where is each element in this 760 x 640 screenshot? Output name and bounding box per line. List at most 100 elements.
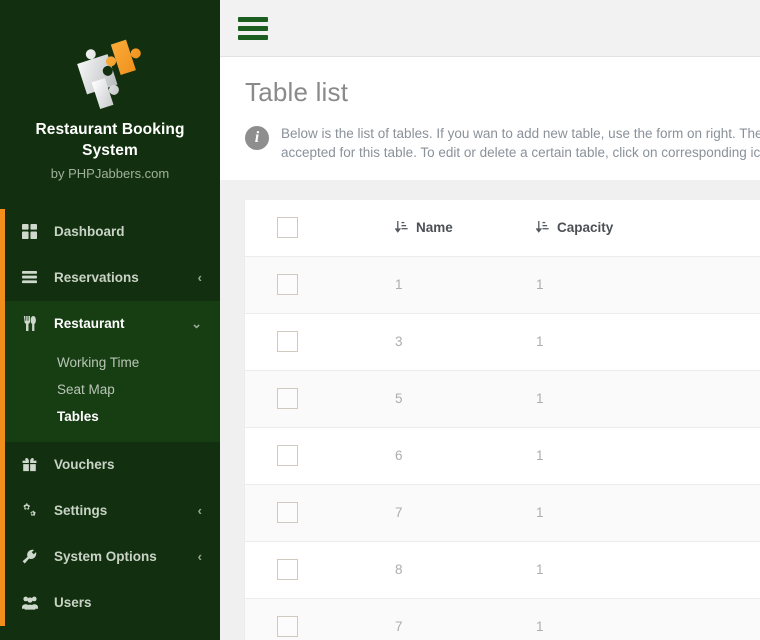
row-checkbox[interactable] [277, 502, 298, 523]
row-checkbox[interactable] [277, 559, 298, 580]
info-alert: i Below is the list of tables. If you wa… [245, 124, 760, 162]
table-header-row: Name Capacity [245, 200, 760, 257]
row-select-cell [245, 427, 337, 485]
page-header: Table list i Below is the list of tables… [220, 57, 760, 180]
cell-extra [630, 256, 760, 314]
sidebar-item-reservations-row[interactable]: Reservations ‹ [0, 255, 220, 301]
column-header-capacity-label: Capacity [557, 220, 614, 236]
table-card: Name Capacity 1 1 3 1 5 1 6 1 7 1 8 1 7 … [245, 200, 760, 640]
table-row[interactable]: 51 [245, 370, 760, 428]
cell-name: 5 [337, 370, 512, 428]
chevron-left-icon: ‹ [197, 549, 202, 565]
users-icon [22, 595, 44, 610]
cell-capacity: 1 [512, 313, 630, 371]
cell-capacity: 1 [512, 541, 630, 599]
row-checkbox[interactable] [277, 388, 298, 409]
info-alert-line-1: Below is the list of tables. If you wan … [281, 126, 760, 141]
table-row[interactable]: 71 [245, 598, 760, 640]
app-root: Restaurant Booking System by PHPJabbers.… [0, 0, 760, 640]
row-select-cell [245, 313, 337, 371]
hamburger-bar [238, 16, 268, 22]
sidebar-item-label: Dashboard [54, 224, 125, 240]
select-all-checkbox[interactable] [277, 217, 298, 239]
page-title: Table list [245, 77, 349, 107]
column-header-extra [630, 200, 760, 257]
sidebar-item-users[interactable]: Users [0, 580, 220, 626]
hamburger-icon[interactable] [238, 16, 268, 40]
sort-amount-down-icon [536, 221, 549, 234]
row-checkbox[interactable] [277, 274, 298, 295]
chevron-down-icon: ⌄ [191, 316, 202, 332]
column-header-capacity[interactable]: Capacity [512, 200, 630, 257]
list-icon [22, 270, 44, 285]
column-header-name[interactable]: Name [337, 200, 512, 257]
sidebar-item-dashboard[interactable]: Dashboard [0, 209, 220, 255]
sidebar-subitem-working-time[interactable]: Working Time [0, 349, 220, 376]
table-body: 11315161718171 [245, 256, 760, 640]
hamburger-bar [238, 25, 268, 31]
row-select-cell [245, 370, 337, 428]
sidebar-item-label: Reservations [54, 270, 139, 286]
sidebar-subitem-seat-map[interactable]: Seat Map [0, 376, 220, 403]
sidebar: Restaurant Booking System by PHPJabbers.… [0, 0, 220, 640]
sidebar-item-label: Restaurant [54, 316, 125, 332]
sidebar-nav: Dashboard Reservations ‹ Restaurant ⌄ Wo… [0, 208, 220, 626]
table-row[interactable]: 81 [245, 541, 760, 599]
row-checkbox[interactable] [277, 445, 298, 466]
sidebar-item-label: System Options [54, 549, 157, 565]
column-header-select [245, 200, 337, 257]
content-area: Name Capacity 1 1 3 1 5 1 6 1 7 1 8 1 7 … [220, 180, 760, 640]
row-checkbox[interactable] [277, 331, 298, 352]
sidebar-item-system-options-row[interactable]: System Options ‹ [0, 534, 220, 580]
sidebar-item-settings-row[interactable]: Settings ‹ [0, 488, 220, 534]
gears-icon [22, 503, 44, 518]
main-content: Table list i Below is the list of tables… [220, 0, 760, 640]
cell-capacity: 1 [512, 484, 630, 542]
tables-list-table: Name Capacity 1 1 3 1 5 1 6 1 7 1 8 1 7 … [245, 200, 760, 640]
table-row[interactable]: 61 [245, 427, 760, 485]
gift-icon [22, 457, 44, 472]
sidebar-item-dashboard-row[interactable]: Dashboard [0, 209, 220, 255]
sidebar-item-restaurant-row[interactable]: Restaurant ⌄ [0, 301, 220, 347]
grid-icon [22, 224, 44, 240]
table-row[interactable]: 11 [245, 256, 760, 314]
row-checkbox[interactable] [277, 616, 298, 637]
sidebar-item-users-row[interactable]: Users [0, 580, 220, 626]
cell-name: 3 [337, 313, 512, 371]
sort-amount-down-icon [395, 221, 408, 234]
cell-name: 1 [337, 256, 512, 314]
sidebar-submenu-restaurant: Working Time Seat Map Tables [0, 347, 220, 442]
cell-name: 8 [337, 541, 512, 599]
puzzle-pieces-logo-icon [14, 22, 206, 114]
sidebar-item-system-options[interactable]: System Options ‹ [0, 534, 220, 580]
table-row[interactable]: 31 [245, 313, 760, 371]
topbar [220, 0, 760, 57]
cutlery-icon [22, 316, 44, 332]
sidebar-item-vouchers[interactable]: Vouchers [0, 442, 220, 488]
cell-capacity: 1 [512, 256, 630, 314]
row-select-cell [245, 598, 337, 640]
cell-capacity: 1 [512, 370, 630, 428]
cell-name: 6 [337, 427, 512, 485]
cell-extra [630, 427, 760, 485]
sidebar-item-reservations[interactable]: Reservations ‹ [0, 255, 220, 301]
wrench-icon [22, 549, 44, 564]
info-circle-icon: i [245, 126, 269, 150]
cell-extra [630, 541, 760, 599]
cell-extra [630, 598, 760, 640]
table-row[interactable]: 71 [245, 484, 760, 542]
cell-capacity: 1 [512, 427, 630, 485]
chevron-left-icon: ‹ [197, 270, 202, 286]
sidebar-item-restaurant[interactable]: Restaurant ⌄ Working Time Seat Map Table… [0, 208, 220, 626]
info-alert-line-2: accepted for this table. To edit or dele… [281, 145, 760, 160]
chevron-left-icon: ‹ [197, 503, 202, 519]
sidebar-subitem-tables[interactable]: Tables [0, 403, 220, 430]
cell-extra [630, 313, 760, 371]
table-head: Name Capacity [245, 200, 760, 257]
brand-subtitle: by PHPJabbers.com [50, 165, 170, 181]
sidebar-item-settings[interactable]: Settings ‹ [0, 488, 220, 534]
brand-header[interactable]: Restaurant Booking System by PHPJabbers.… [0, 0, 220, 195]
info-alert-text: Below is the list of tables. If you wan … [281, 124, 760, 162]
row-select-cell [245, 541, 337, 599]
sidebar-item-vouchers-row[interactable]: Vouchers [0, 442, 220, 488]
